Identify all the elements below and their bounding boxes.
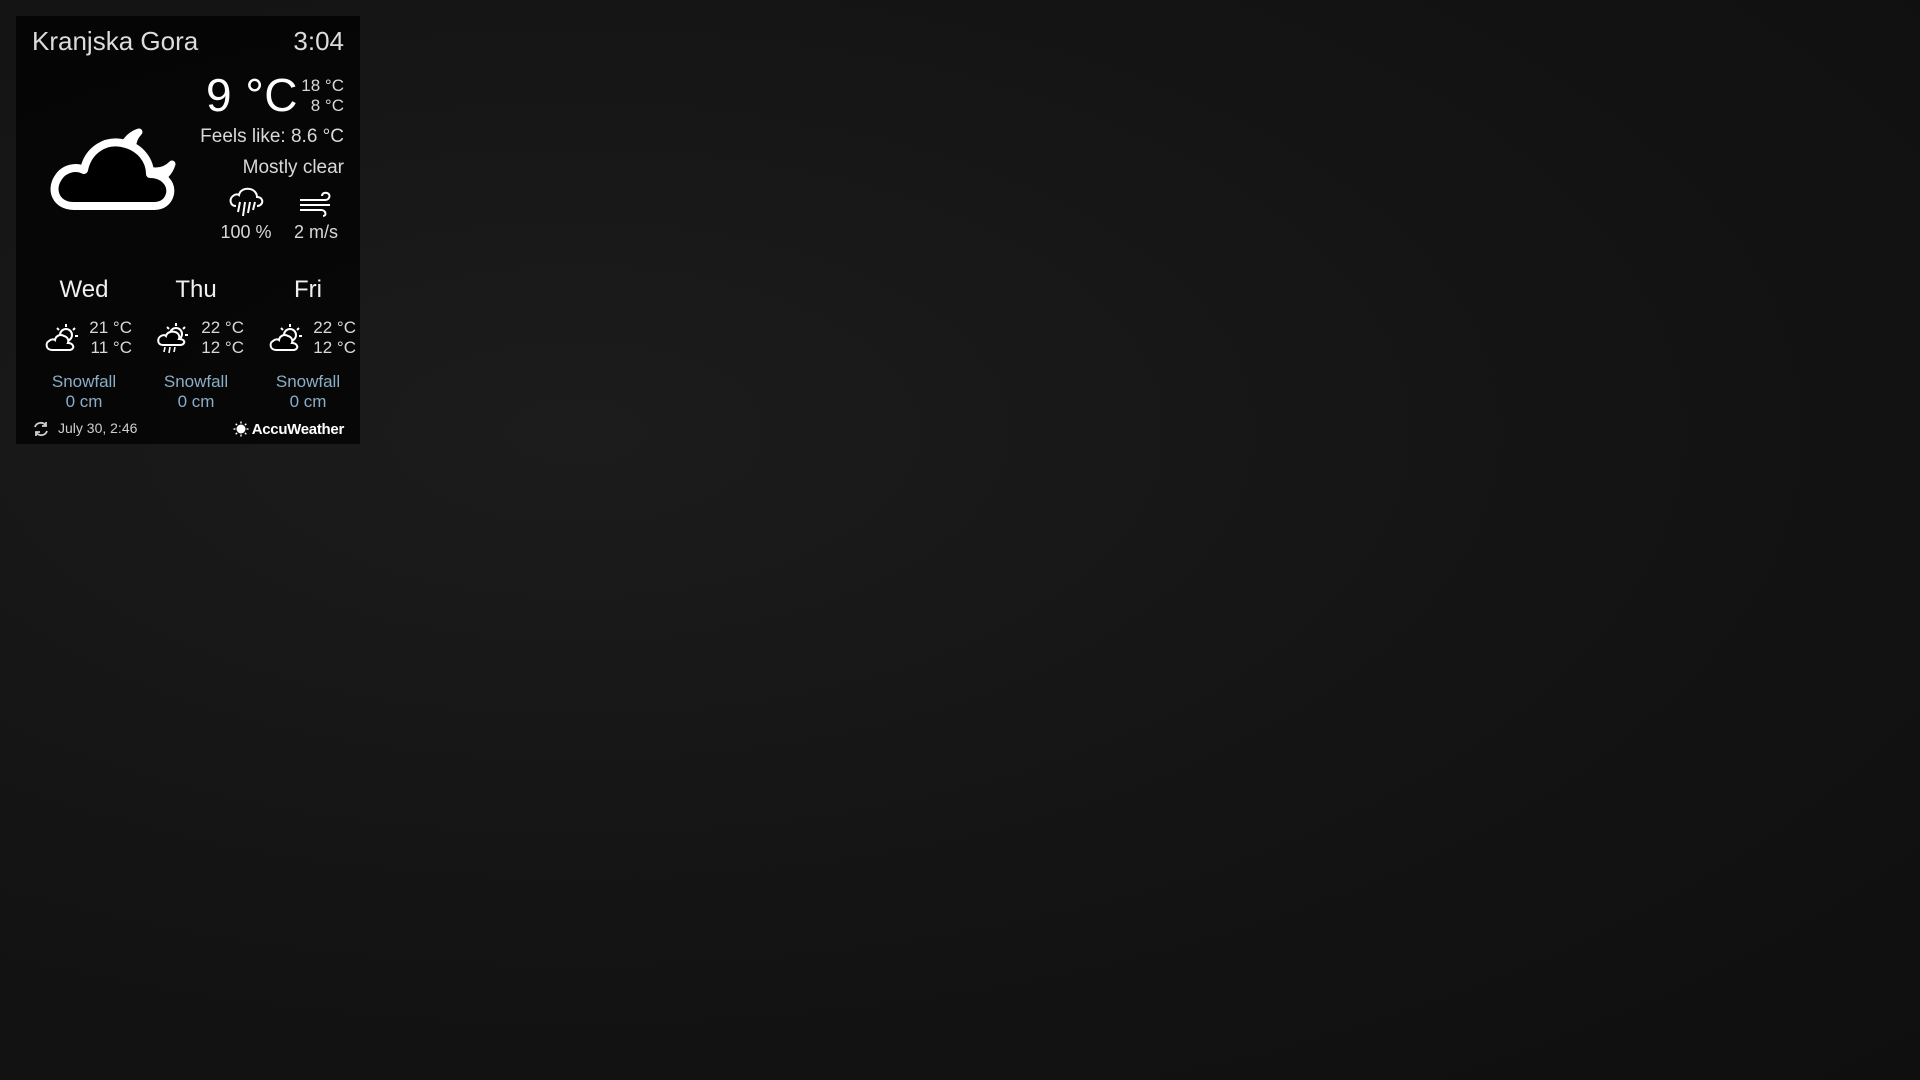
refresh-icon[interactable] <box>32 420 50 438</box>
wind-value: 2 m/s <box>293 222 338 242</box>
forecast-high: 22 °C <box>313 318 356 337</box>
precipitation-value: 100 % <box>220 222 272 242</box>
today-high: 18 °C <box>301 76 344 95</box>
provider-name: AccuWeather <box>251 420 345 438</box>
snowfall-value: 0 cm <box>289 392 327 411</box>
sun-cloud-rain-icon <box>157 323 188 354</box>
last-updated: July 30, 2:46 <box>58 420 138 436</box>
forecast-day-name: Thu <box>175 276 217 303</box>
provider-logo: AccuWeather <box>233 418 344 440</box>
forecast-temps: 21 °C 11 °C <box>89 318 132 358</box>
forecast-day: Fri 22 °C 12 °C Snowfall 0 cm <box>256 276 360 416</box>
forecast-high: 21 °C <box>89 318 132 337</box>
snowfall-label: Snowfall <box>275 372 341 391</box>
wind-block: 2 m/s <box>288 186 344 243</box>
forecast-day-name: Wed <box>59 276 109 303</box>
forecast-low: 12 °C <box>201 338 244 357</box>
precipitation-block: 100 % <box>216 186 276 243</box>
condition-text: Mostly clear <box>242 157 344 178</box>
forecast: Wed 21 °C 11 °C Snowfall 0 cm Thu 22 °C … <box>32 276 356 416</box>
today-high-low: 18 °C 8 °C <box>301 76 344 116</box>
feels-like: Feels like: 8.6 °C <box>200 126 344 147</box>
snowfall-value: 0 cm <box>65 392 103 411</box>
cloud-moon-icon <box>50 128 176 210</box>
forecast-day: Wed 21 °C 11 °C Snowfall 0 cm <box>32 276 136 416</box>
forecast-high: 22 °C <box>201 318 244 337</box>
forecast-temps: 22 °C 12 °C <box>313 318 356 358</box>
partly-cloudy-icon <box>269 324 302 351</box>
weather-widget: Kranjska Gora 3:04 9 °C 18 °C 8 °C Feels… <box>16 16 360 444</box>
partly-cloudy-icon <box>45 324 78 351</box>
forecast-day-name: Fri <box>294 276 322 303</box>
forecast-temps: 22 °C 12 °C <box>201 318 244 358</box>
current-temperature: 9 °C <box>206 69 298 121</box>
widget-header: Kranjska Gora 3:04 <box>32 26 344 58</box>
sun-logo-icon <box>233 421 249 437</box>
rain-cloud-icon <box>229 187 264 217</box>
today-low: 8 °C <box>310 96 344 115</box>
forecast-day: Thu 22 °C 12 °C Snowfall 0 cm <box>144 276 248 416</box>
snowfall-label: Snowfall <box>51 372 117 391</box>
forecast-low: 12 °C <box>313 338 356 357</box>
snowfall-value: 0 cm <box>177 392 215 411</box>
forecast-low: 11 °C <box>90 338 132 357</box>
snowfall-label: Snowfall <box>163 372 229 391</box>
widget-footer: July 30, 2:46 AccuWeather <box>32 418 344 440</box>
wind-icon <box>300 191 331 217</box>
current-time: 3:04 <box>293 26 344 56</box>
location-name: Kranjska Gora <box>32 26 199 56</box>
